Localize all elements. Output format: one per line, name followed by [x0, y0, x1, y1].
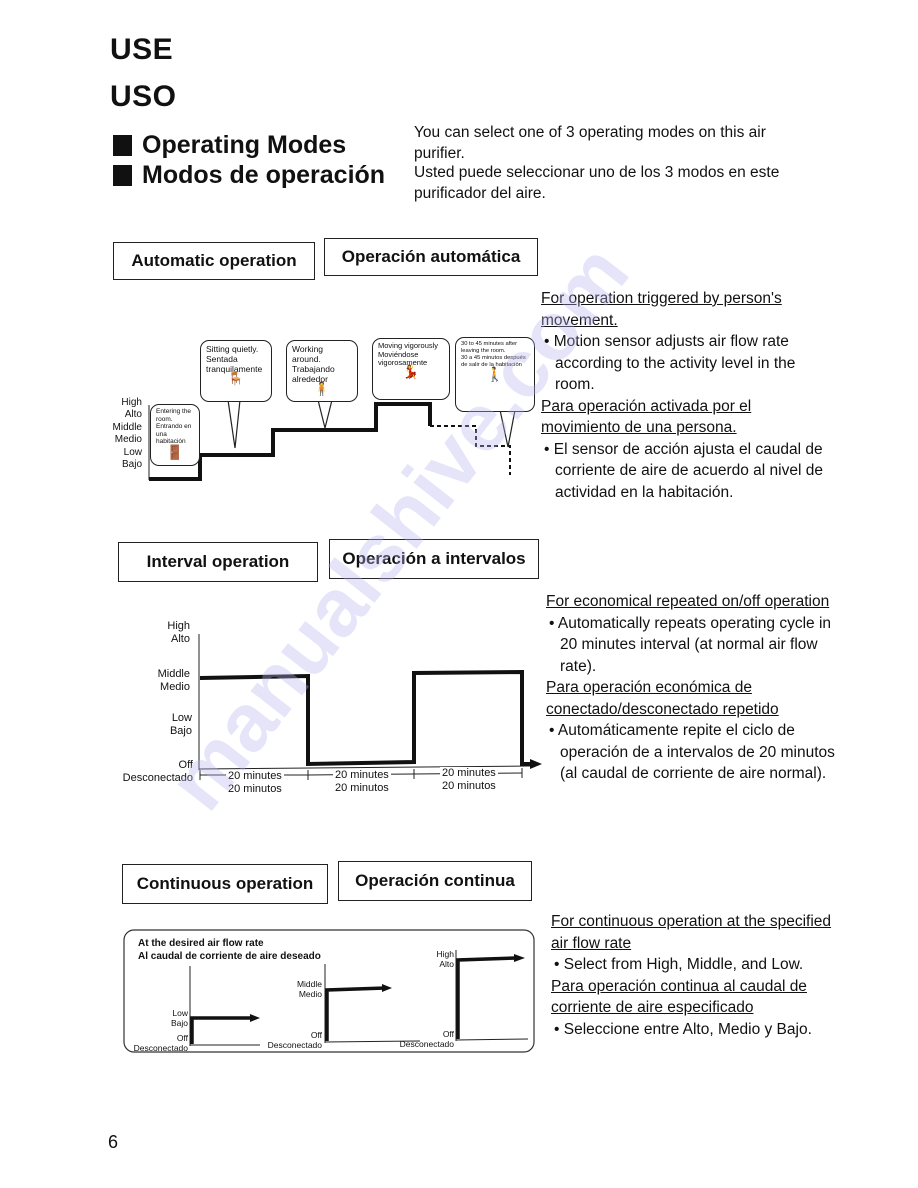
- continuous-bullet-en: • Select from High, Middle, and Low.: [554, 956, 804, 973]
- cont-label-middle: Middle Medio: [296, 979, 322, 999]
- cont-label-off-2: Off Desconectado: [267, 1030, 322, 1050]
- continuous-description: For continuous operation at the specifie…: [551, 911, 841, 1040]
- cont-label-off-3: Off Desconectado: [399, 1029, 454, 1049]
- arrow-right-icon: [514, 954, 525, 962]
- cont-label-high: High Alto: [436, 949, 454, 969]
- cont-high-line: [456, 956, 517, 1039]
- cont-label-low: Low Bajo: [170, 1008, 188, 1028]
- cont-label-off-1: Off Desconectado: [133, 1033, 188, 1053]
- arrow-right-icon: [382, 984, 392, 992]
- arrow-right-icon: [250, 1014, 260, 1022]
- continuous-box-title: At the desired air flow rate Al caudal de…: [138, 938, 321, 962]
- page-number: 6: [108, 1132, 119, 1152]
- cont-middle-line: [325, 986, 385, 1041]
- continuous-heading-en: For continuous operation at the specifie…: [551, 913, 832, 952]
- continuous-heading-es: Para operación continua al caudal de cor…: [551, 977, 807, 1017]
- continuous-bullet-es: • Seleccione entre Alto, Medio y Bajo.: [554, 1020, 812, 1038]
- cont-low-line: [190, 1016, 252, 1044]
